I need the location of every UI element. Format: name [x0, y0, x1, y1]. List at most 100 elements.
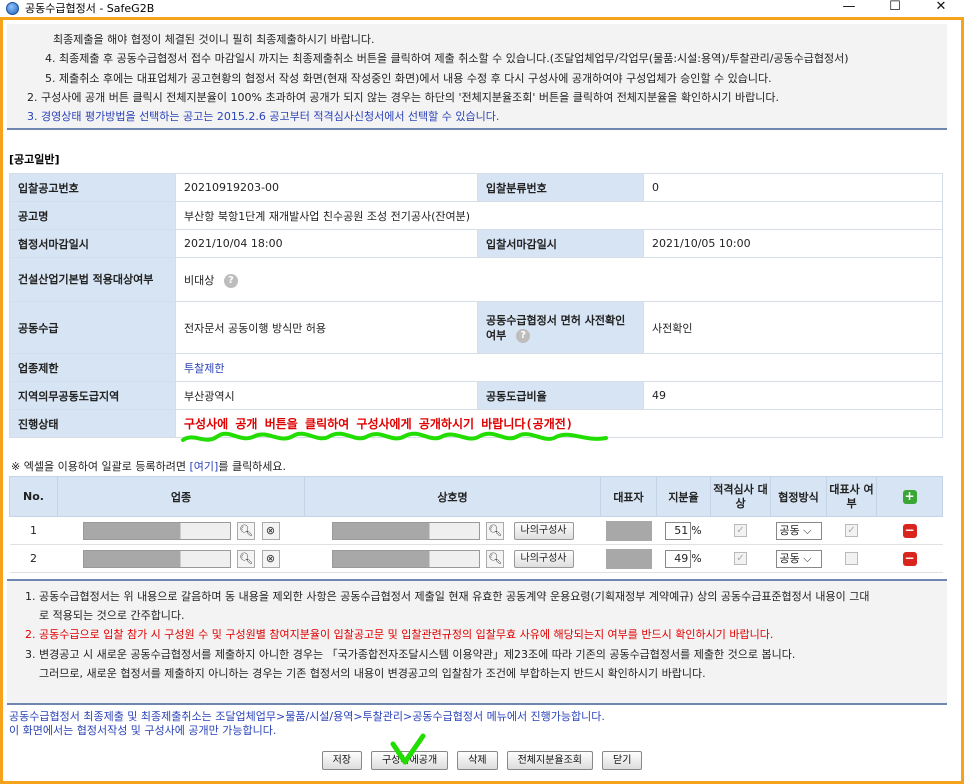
delete-row-icon[interactable]: −	[902, 523, 917, 538]
rep-checkbox[interactable]	[845, 552, 858, 566]
qualified-cell: ✓	[710, 544, 771, 573]
pct-sign: %	[691, 523, 702, 537]
notice-line: 로 적용되는 것으로 간주합니다.	[39, 609, 185, 623]
footer-text: 공동수급협정서 최종제출 및 최종제출취소는 조달업체업무>물품/시설/용역>투…	[9, 710, 605, 738]
share-cell: 49%	[656, 544, 711, 573]
region-value: 부산광역시	[175, 381, 478, 410]
search-icon[interactable]: 🔍︎	[237, 521, 255, 540]
delete-cell: −	[876, 544, 943, 573]
col-no: No.	[9, 476, 58, 517]
method-cell: 공동 ⌵	[770, 544, 827, 573]
notice-line: 2. 공동수급으로 입찰 참가 시 구성원 수 및 구성원별 참여지분율이 입찰…	[25, 628, 774, 642]
save-button[interactable]: 저장	[321, 751, 362, 770]
notice-line: 4. 최종제출 후 공동수급협정서 접수 마감일시 까지는 최종제출취소 버튼을…	[45, 52, 849, 66]
bid-class-label: 입찰분류번호	[477, 173, 644, 202]
industry-limit-link[interactable]: 투찰제한	[184, 362, 224, 375]
status-message: 구성사에 공개 버튼을 클릭하여 구성사에게 공개하시기 바랍니다(공개전)	[184, 417, 573, 431]
bid-deadline-label: 입찰서마감일시	[477, 229, 644, 258]
window-controls: — ☐ ✕	[826, 0, 964, 16]
app-globe-icon	[6, 1, 19, 15]
search-icon[interactable]: 🔍︎	[486, 521, 504, 540]
footer-line: 이 화면에서는 협정서작성 및 구성사에 공개만 가능합니다.	[9, 724, 277, 737]
minimize-button[interactable]: —	[826, 0, 872, 16]
region-label: 지역의무공동도급지역	[9, 381, 176, 410]
industry-cell: 🔍︎ ⊗	[57, 516, 305, 545]
notice-line: 5. 제출취소 후에는 대표업체가 공고현황의 협정서 작성 화면(현재 작성중…	[45, 71, 772, 85]
col-ceo: 대표자	[600, 476, 657, 517]
company-cell: 🔍︎ 나의구성사	[304, 516, 601, 545]
rep-cell: ✓	[826, 516, 877, 545]
joint-ratio-label: 공동도급비율	[477, 381, 644, 410]
method-value: 공동	[779, 523, 800, 537]
company-input[interactable]	[331, 549, 480, 568]
delete-cell: −	[876, 516, 943, 545]
notice-info-table: 입찰공고번호 20210919203-00 입찰분류번호 0 공고명 부산항 북…	[9, 173, 943, 438]
ceo-cell	[600, 544, 657, 573]
my-member-button[interactable]: 나의구성사	[513, 521, 574, 540]
method-cell: 공동 ⌵	[770, 516, 827, 545]
row-no: 2	[9, 544, 58, 573]
agreement-deadline-value: 2021/10/04 18:00	[175, 229, 478, 258]
help-icon[interactable]: ?	[223, 273, 238, 288]
window-titlebar: 공동수급협정서 - SafeG2B — ☐ ✕	[0, 0, 964, 16]
bid-no-label: 입찰공고번호	[9, 173, 176, 202]
qualified-checkbox[interactable]: ✓	[734, 524, 747, 538]
industry-input[interactable]	[82, 521, 231, 540]
close-window-button[interactable]: ✕	[918, 0, 964, 16]
method-value: 공동	[779, 551, 800, 565]
help-icon[interactable]: ?	[516, 328, 531, 343]
excel-here-link[interactable]: [여기]	[190, 460, 219, 473]
joint-supply-value: 전자문서 공동이행 방식만 허용	[175, 301, 478, 354]
search-icon[interactable]: 🔍︎	[237, 549, 255, 568]
company-input[interactable]	[331, 521, 480, 540]
excel-note-prefix: ※ 엑셀을 이용하여 일괄로 등록하려면	[11, 460, 190, 473]
rep-checkbox[interactable]: ✓	[845, 524, 858, 538]
construction-act-label: 건설산업기본법 적용대상여부	[9, 257, 176, 302]
button-bar: 저장 구성사에공개 삭제 전체지분율조회 닫기	[3, 751, 961, 770]
company-cell: 🔍︎ 나의구성사	[304, 544, 601, 573]
publish-to-members-button[interactable]: 구성사에공개	[370, 751, 449, 770]
status-label: 진행상태	[9, 409, 176, 438]
notice-line: 1. 공동수급협정서는 위 내용으로 갈음하며 동 내용을 제외한 사항은 공동…	[25, 590, 870, 603]
status-cell: 구성사에 공개 버튼을 클릭하여 구성사에게 공개하시기 바랍니다(공개전)	[175, 409, 943, 438]
section-title: [공고일반]	[9, 153, 60, 166]
row-no: 1	[9, 516, 58, 545]
qualified-checkbox[interactable]: ✓	[734, 552, 747, 566]
col-share: 지분율	[656, 476, 711, 517]
search-icon[interactable]: 🔍︎	[486, 549, 504, 568]
clear-icon[interactable]: ⊗	[261, 521, 280, 540]
col-rep: 대표사 여부	[826, 476, 877, 517]
maximize-button[interactable]: ☐	[872, 0, 918, 16]
members-table: No. 업종 상호명 대표자 지분율 적격심사 대상 협정방식 대표사 여부 +…	[9, 476, 943, 573]
notice-line: 그러므로, 새로운 협정서를 제출하지 아니하는 경우는 기존 협정서의 내용이…	[39, 666, 706, 680]
face-confirm-label-cell: 공동수급협정서 면허 사전확인 여부 ?	[477, 301, 644, 354]
bid-deadline-value: 2021/10/05 10:00	[643, 229, 943, 258]
notice-line: 최종제출을 해야 협정이 체결된 것이니 필히 최종제출하시기 바랍니다.	[53, 33, 375, 46]
add-row-icon[interactable]: +	[902, 489, 917, 504]
ceo-input	[605, 548, 652, 569]
construction-act-value: 비대상	[184, 273, 215, 287]
delete-row-icon[interactable]: −	[902, 551, 917, 566]
my-member-button[interactable]: 나의구성사	[513, 549, 574, 568]
share-input[interactable]: 49	[665, 549, 692, 568]
clear-icon[interactable]: ⊗	[261, 549, 280, 568]
bid-no-value: 20210919203-00	[175, 173, 478, 202]
total-share-button[interactable]: 전체지분율조회	[506, 751, 593, 770]
face-confirm-value: 사전확인	[643, 301, 943, 354]
share-input[interactable]: 51	[665, 521, 692, 540]
method-select[interactable]: 공동 ⌵	[775, 521, 822, 540]
industry-input[interactable]	[82, 549, 231, 568]
construction-act-cell: 비대상 ?	[175, 257, 943, 302]
table-row: 2 🔍︎ ⊗ 🔍︎ 나의구성사 49% ✓ 공동 ⌵ −	[9, 544, 943, 573]
method-select[interactable]: 공동 ⌵	[775, 549, 822, 568]
notice-name-label: 공고명	[9, 201, 176, 230]
col-company: 상호명	[304, 476, 601, 517]
col-industry: 업종	[57, 476, 305, 517]
ceo-cell	[600, 516, 657, 545]
top-notice-box: 최종제출을 해야 협정이 체결된 것이니 필히 최종제출하시기 바랍니다. 4.…	[7, 24, 947, 130]
orange-highlight-frame: 최종제출을 해야 협정이 체결된 것이니 필히 최종제출하시기 바랍니다. 4.…	[0, 17, 964, 784]
joint-supply-label: 공동수급	[9, 301, 176, 354]
close-button[interactable]: 닫기	[602, 751, 643, 770]
notice-line: 3. 경영상태 평가방법을 선택하는 공고는 2015.2.6 공고부터 적격심…	[27, 110, 500, 124]
delete-button[interactable]: 삭제	[457, 751, 498, 770]
